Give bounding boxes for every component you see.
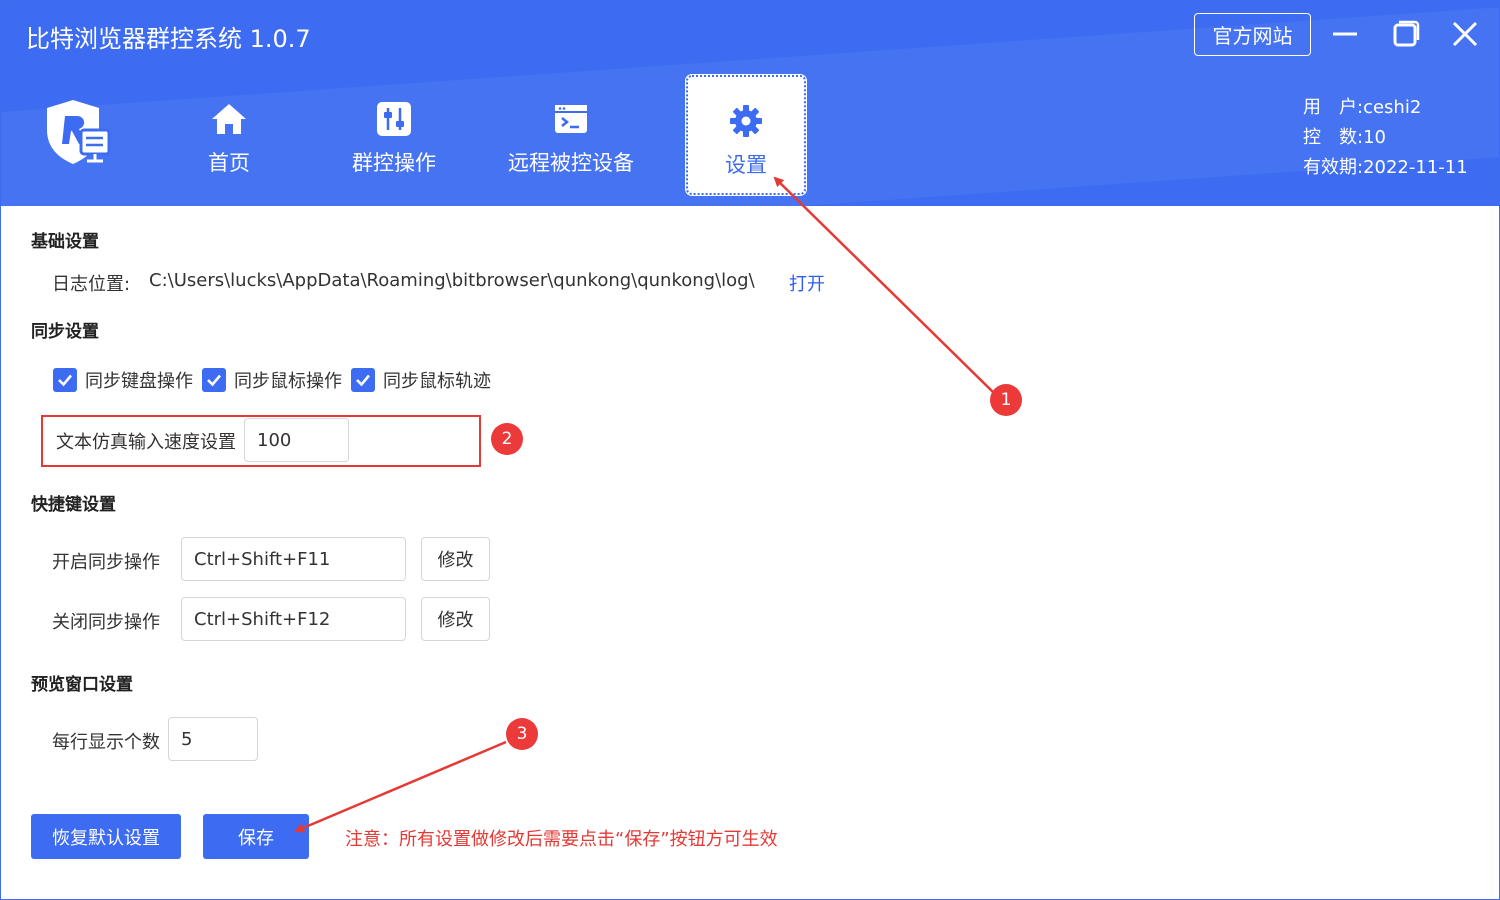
- nav-group-control[interactable]: 群控操作: [341, 75, 447, 195]
- annotation-badge-3: 3: [506, 718, 538, 750]
- user-info-panel: 用 户: ceshi2 控 数: 10 有效期: 2022-11-11: [1303, 93, 1468, 183]
- start-sync-label: 开启同步操作: [52, 552, 160, 573]
- minimize-icon[interactable]: [1327, 16, 1363, 52]
- log-location-path: C:\Users\lucks\AppData\Roaming\bitbrowse…: [149, 270, 755, 291]
- close-icon[interactable]: [1447, 16, 1483, 52]
- stop-sync-label: 关闭同步操作: [52, 612, 160, 633]
- typing-speed-label: 文本仿真输入速度设置: [56, 432, 236, 453]
- sync-mouse-checkbox[interactable]: 同步鼠标操作: [202, 367, 342, 393]
- preview-settings-title: 预览窗口设置: [31, 675, 133, 695]
- sync-mouse-track-checkbox[interactable]: 同步鼠标轨迹: [351, 367, 491, 393]
- nav-remote-label: 远程被控设备: [508, 151, 634, 175]
- modify-start-hotkey-button[interactable]: 修改: [421, 537, 490, 581]
- count-value: 10: [1363, 127, 1386, 148]
- start-sync-hotkey-input[interactable]: [181, 537, 406, 581]
- home-icon: [209, 99, 249, 139]
- hotkey-settings-title: 快捷键设置: [31, 495, 116, 515]
- nav-home[interactable]: 首页: [179, 75, 279, 195]
- user-label: 用 户:: [1303, 97, 1364, 118]
- sync-keyboard-label: 同步键盘操作: [85, 371, 193, 392]
- sliders-icon: [374, 99, 414, 139]
- checkbox-checked-icon: [351, 368, 375, 392]
- nav-home-label: 首页: [208, 151, 250, 175]
- expiry-label: 有效期:: [1303, 157, 1364, 178]
- annotation-badge-1: 1: [990, 384, 1022, 416]
- basic-settings-title: 基础设置: [31, 232, 99, 252]
- annotation-badge-2: 2: [491, 423, 523, 455]
- nav-settings[interactable]: 设置: [685, 74, 807, 196]
- sync-mouse-label: 同步鼠标操作: [234, 371, 342, 392]
- typing-speed-input[interactable]: [244, 418, 349, 462]
- checkbox-checked-icon: [53, 368, 77, 392]
- maximize-icon[interactable]: [1387, 16, 1423, 52]
- user-value: ceshi2: [1363, 97, 1422, 118]
- nav-group-label: 群控操作: [352, 151, 436, 175]
- expiry-value: 2022-11-11: [1363, 157, 1468, 178]
- official-site-button[interactable]: 官方网站: [1194, 13, 1311, 56]
- sync-keyboard-checkbox[interactable]: 同步键盘操作: [53, 367, 193, 393]
- stop-sync-hotkey-input[interactable]: [181, 597, 406, 641]
- save-notice: 注意：所有设置做修改后需要点击“保存”按钮方可生效: [345, 829, 778, 850]
- per-row-input[interactable]: [168, 717, 258, 761]
- nav-settings-label: 设置: [725, 153, 767, 177]
- header-bar: 比特浏览器群控系统 1.0.7 官方网站 首页 群控操作 远程被控设备 设置 用…: [1, 1, 1499, 206]
- gear-icon: [726, 101, 766, 141]
- app-window: 比特浏览器群控系统 1.0.7 官方网站 首页 群控操作 远程被控设备 设置 用…: [0, 0, 1500, 900]
- restore-defaults-button[interactable]: 恢复默认设置: [31, 814, 181, 859]
- app-title: 比特浏览器群控系统 1.0.7: [26, 25, 311, 53]
- log-location-label: 日志位置:: [52, 274, 131, 295]
- app-logo: [41, 96, 113, 168]
- count-label: 控 数:: [1303, 127, 1364, 148]
- sync-settings-title: 同步设置: [31, 322, 99, 342]
- arrow-3: [294, 740, 507, 833]
- terminal-icon: [551, 99, 591, 139]
- sync-mouse-track-label: 同步鼠标轨迹: [383, 371, 491, 392]
- per-row-label: 每行显示个数: [52, 732, 160, 753]
- open-log-link[interactable]: 打开: [789, 270, 825, 296]
- checkbox-checked-icon: [202, 368, 226, 392]
- nav-remote-devices[interactable]: 远程被控设备: [501, 75, 641, 195]
- save-button[interactable]: 保存: [203, 814, 309, 859]
- modify-stop-hotkey-button[interactable]: 修改: [421, 597, 490, 641]
